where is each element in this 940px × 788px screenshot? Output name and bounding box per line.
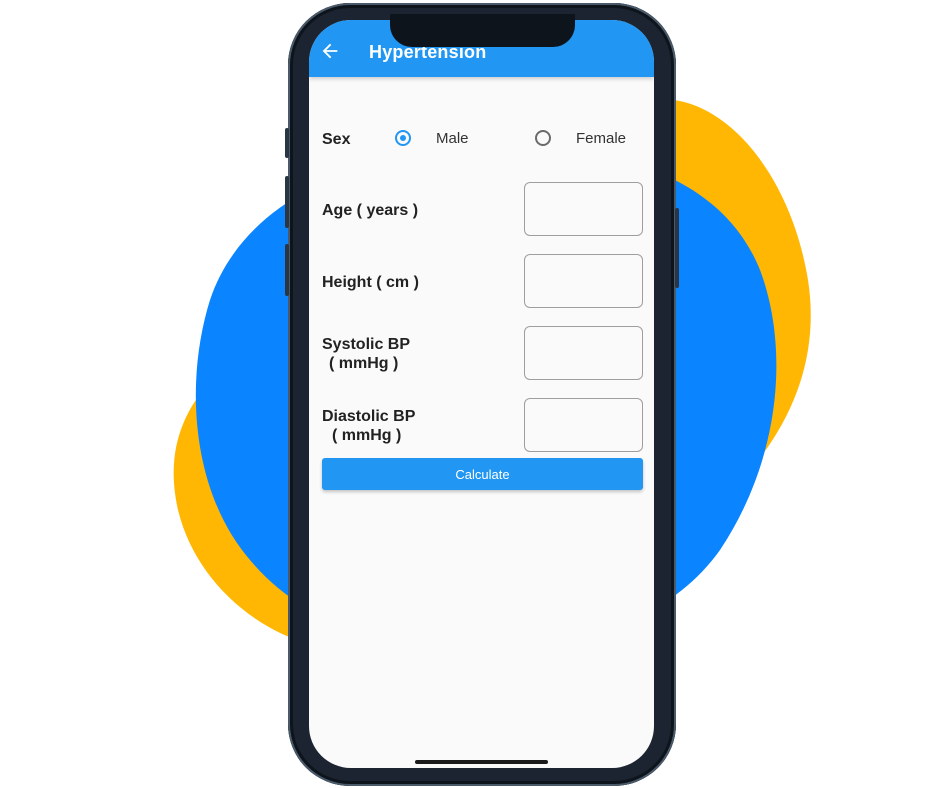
radio-male-label[interactable]: Male <box>436 130 469 147</box>
systolic-input[interactable] <box>524 326 643 380</box>
radio-male[interactable] <box>395 130 411 146</box>
height-label: Height ( cm ) <box>322 274 419 291</box>
diastolic-label: Diastolic BP ( mmHg ) <box>322 407 415 445</box>
sex-label: Sex <box>322 131 351 148</box>
stage: Hypertension Sex Male Female Age ( years… <box>0 0 940 788</box>
diastolic-input[interactable] <box>524 398 643 452</box>
diastolic-label-line2: ( mmHg ) <box>332 427 402 444</box>
phone-notch <box>390 14 575 47</box>
systolic-label-line2: ( mmHg ) <box>329 355 399 372</box>
diastolic-label-line1: Diastolic BP <box>322 408 416 425</box>
systolic-label-line1: Systolic BP <box>322 336 411 353</box>
side-button-power <box>675 208 679 288</box>
phone-screen: Hypertension Sex Male Female Age ( years… <box>309 20 654 768</box>
age-label: Age ( years ) <box>322 202 419 219</box>
age-input[interactable] <box>524 182 643 236</box>
side-button-volume-down <box>285 244 289 296</box>
radio-female-label[interactable]: Female <box>576 130 626 147</box>
height-input[interactable] <box>524 254 643 308</box>
side-button-volume-up <box>285 176 289 228</box>
systolic-label: Systolic BP ( mmHg ) <box>322 335 410 373</box>
calculate-button[interactable]: Calculate <box>322 458 643 490</box>
arrow-left-icon[interactable] <box>319 40 341 62</box>
home-indicator <box>415 760 548 764</box>
radio-female[interactable] <box>535 130 551 146</box>
side-button-top <box>285 128 289 158</box>
